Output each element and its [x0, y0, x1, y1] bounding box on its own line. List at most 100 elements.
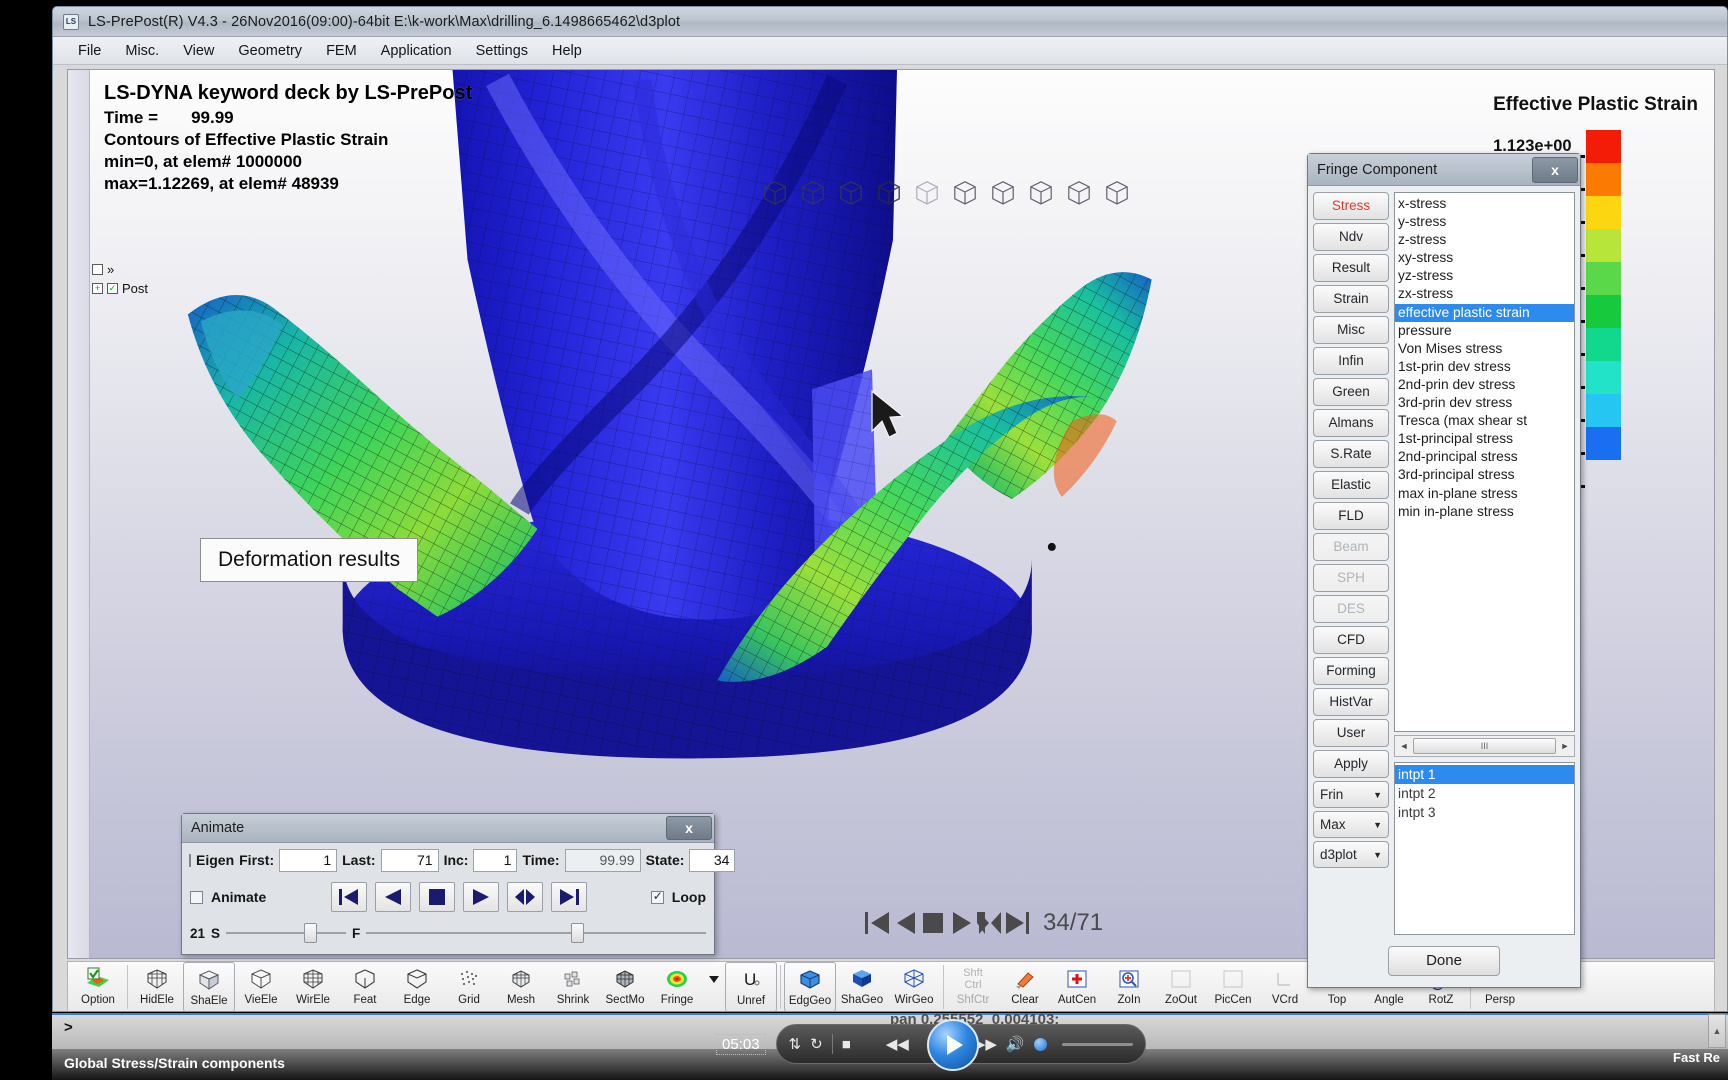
fringe-button-s-rate[interactable]: S.Rate: [1313, 440, 1389, 468]
menu-item-file[interactable]: File: [67, 40, 112, 62]
component-list-item-15[interactable]: 3rd-principal stress: [1395, 466, 1574, 484]
component-list-item-8[interactable]: Von Mises stress: [1395, 340, 1574, 358]
state-input[interactable]: [689, 848, 736, 872]
menu-item-settings[interactable]: Settings: [465, 40, 539, 62]
fringe-button-histvar[interactable]: HistVar: [1313, 688, 1389, 716]
component-list-item-4[interactable]: yz-stress: [1395, 267, 1574, 285]
menu-item-geometry[interactable]: Geometry: [227, 40, 313, 62]
toolbar-button-zoin[interactable]: ZoIn: [1103, 962, 1155, 1011]
menu-item-view[interactable]: View: [172, 40, 225, 62]
toolbar-button-edggeo[interactable]: EdgGeo: [784, 962, 836, 1011]
database-select[interactable]: d3plot ▼: [1313, 841, 1389, 868]
fringe-component-dialog[interactable]: Fringe Component x Stress Ndv Result Strain…: [1307, 153, 1581, 988]
fringe-button-ndv[interactable]: Ndv: [1313, 223, 1389, 251]
component-list-hscrollbar[interactable]: ◄ III ►: [1394, 735, 1575, 757]
component-list-item-12[interactable]: Tresca (max shear st: [1395, 412, 1574, 430]
toolbar-button-hidele[interactable]: HidEle: [131, 962, 183, 1011]
toolbar-button-option[interactable]: Option: [72, 962, 124, 1011]
volume-slider-track[interactable]: [1061, 1042, 1133, 1046]
scroll-left-icon[interactable]: ◄: [1397, 741, 1411, 751]
view-cube-icon-8[interactable]: [1024, 175, 1058, 209]
animate-speed-row[interactable]: 21 S F: [182, 917, 714, 949]
tree-expand-icon[interactable]: +: [92, 283, 103, 294]
view-cube-icon-7[interactable]: [986, 175, 1020, 209]
animate-dialog[interactable]: Animate x Eigen First: Last: Inc: Time: …: [181, 813, 736, 955]
fringe-dialog-titlebar[interactable]: Fringe Component x: [1308, 154, 1580, 186]
range-select[interactable]: Max ▼: [1313, 811, 1389, 838]
inc-input[interactable]: [473, 848, 518, 872]
toolbar-button-shrink[interactable]: Shrink: [547, 962, 599, 1011]
done-button[interactable]: Done: [1388, 946, 1500, 976]
animate-fields-row[interactable]: Eigen First: Last: Inc: Time: State:: [182, 843, 736, 877]
shuffle-icon[interactable]: ⇅: [789, 1035, 802, 1053]
component-list-item-3[interactable]: xy-stress: [1395, 249, 1574, 267]
stop-button[interactable]: [418, 882, 455, 912]
intpt-list-item-0[interactable]: intpt 1: [1395, 765, 1574, 784]
component-list-item-7[interactable]: pressure: [1395, 322, 1574, 340]
menu-item-application[interactable]: Application: [370, 40, 463, 62]
view-orientation-cubes[interactable]: [758, 175, 1134, 209]
toolbar-button-vieele[interactable]: VieEle: [235, 962, 287, 1011]
intpt-list-item-2[interactable]: intpt 3: [1395, 803, 1574, 822]
toolbar-button-wirgeo[interactable]: WirGeo: [888, 962, 940, 1011]
fringe-category-buttons[interactable]: Stress Ndv Result Strain Misc Infin Green Alman…: [1313, 192, 1389, 935]
toolbar-button-piccen[interactable]: PicCen: [1207, 962, 1259, 1011]
fringe-button-strain[interactable]: Strain: [1313, 285, 1389, 313]
toolbar-button-edge[interactable]: Edge: [391, 962, 443, 1011]
tree-item-post[interactable]: + ✓ Post: [92, 279, 148, 298]
scroll-right-icon[interactable]: ►: [1558, 741, 1572, 751]
repeat-icon[interactable]: ↻: [810, 1035, 823, 1053]
fringe-button-misc[interactable]: Misc: [1313, 316, 1389, 344]
loop-checkbox[interactable]: [650, 889, 664, 904]
video-player-controls[interactable]: 05:03 ⇅ ↻ ■ ◀◀ ▶▶ 🔊: [716, 1019, 1146, 1071]
scroll-up-icon[interactable]: ▲: [1708, 1014, 1726, 1048]
volume-icon[interactable]: 🔊: [1006, 1035, 1025, 1053]
animate-checkbox[interactable]: [190, 890, 203, 904]
component-list-item-2[interactable]: z-stress: [1395, 231, 1574, 249]
menu-item-help[interactable]: Help: [541, 40, 593, 62]
player-control-strip[interactable]: ⇅ ↻ ■ ◀◀ ▶▶ 🔊: [775, 1019, 1146, 1071]
integration-point-list[interactable]: intpt 1 intpt 2 intpt 3: [1394, 762, 1575, 935]
component-list-item-9[interactable]: 1st-prin dev stress: [1395, 358, 1574, 376]
view-cube-icon-1[interactable]: [758, 175, 792, 209]
close-icon[interactable]: x: [666, 816, 712, 840]
toolbar-button-clear[interactable]: Clear: [999, 962, 1051, 1011]
frame-slider[interactable]: [366, 923, 706, 943]
first-frame-button[interactable]: [330, 882, 367, 912]
fringe-button-cfd[interactable]: CFD: [1313, 626, 1389, 654]
component-list[interactable]: x-stress y-stress z-stress xy-stress yz-stre…: [1394, 192, 1575, 732]
toolbar-button-grid[interactable]: Grid: [443, 962, 495, 1011]
animate-dialog-titlebar[interactable]: Animate x: [182, 814, 714, 843]
step-back-button[interactable]: [374, 882, 411, 912]
animation-frame-indicator[interactable]: 34/71: [863, 908, 1103, 938]
frame-slider-knob[interactable]: [571, 923, 585, 943]
component-list-item-13[interactable]: 1st-principal stress: [1395, 430, 1574, 448]
toolbar-button-caret[interactable]: [703, 962, 725, 1011]
speed-slider[interactable]: [226, 923, 347, 943]
rewind-icon[interactable]: ◀◀: [886, 1035, 909, 1053]
view-cube-icon-3[interactable]: [834, 175, 868, 209]
speed-slider-knob[interactable]: [304, 923, 318, 943]
last-input[interactable]: [380, 848, 439, 872]
toolbar-button-feat[interactable]: Feat: [339, 962, 391, 1011]
animate-controls-row[interactable]: Animate Loop: [182, 877, 714, 917]
view-cube-icon-9[interactable]: [1062, 175, 1096, 209]
toolbar-button-zoout[interactable]: ZoOut: [1155, 962, 1207, 1011]
toolbar-button-fringe[interactable]: Fringe: [651, 962, 703, 1011]
view-cube-icon-10[interactable]: [1100, 175, 1134, 209]
fringe-button-forming[interactable]: Forming: [1313, 657, 1389, 685]
fringe-mode-select[interactable]: Frin ▼: [1313, 781, 1389, 808]
component-list-item-6[interactable]: effective plastic strain: [1395, 303, 1574, 322]
menu-bar[interactable]: File Misc. View Geometry FEM Application…: [53, 37, 1727, 65]
component-list-item-14[interactable]: 2nd-principal stress: [1395, 448, 1574, 466]
fringe-button-infin[interactable]: Infin: [1313, 347, 1389, 375]
forward-back-button[interactable]: [506, 882, 543, 912]
toolbar-button-shageo[interactable]: ShaGeo: [836, 962, 888, 1011]
close-icon[interactable]: x: [1532, 156, 1578, 183]
toolbar-button-mesh[interactable]: Mesh: [495, 962, 547, 1011]
tree-collapse-icon[interactable]: [92, 264, 103, 275]
animation-vcr-glyphs[interactable]: [863, 908, 1033, 938]
tree-checkbox-post[interactable]: ✓: [107, 283, 118, 294]
view-cube-icon-5[interactable]: [910, 175, 944, 209]
toolbar-button-wirele[interactable]: WirEle: [287, 962, 339, 1011]
